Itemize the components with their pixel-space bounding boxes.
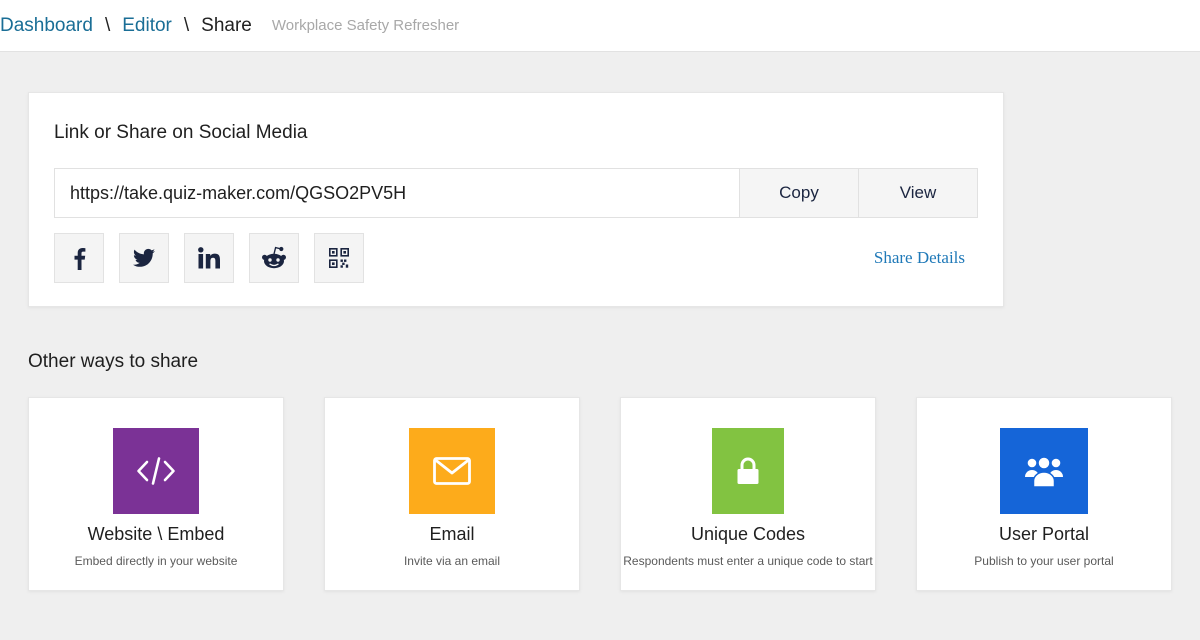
breadcrumb: Dashboard \ Editor \ Share [0, 15, 252, 37]
other-ways-title: Other ways to share [28, 351, 199, 372]
linkedin-icon [198, 247, 220, 269]
unique-codes-name: Unique Codes [690, 524, 806, 544]
lock-icon [737, 457, 759, 484]
code-icon [137, 457, 175, 485]
reddit-button[interactable] [249, 233, 299, 283]
facebook-button[interactable] [54, 233, 104, 283]
unique-codes-description: Respondents must enter a unique code to … [623, 554, 873, 568]
user-portal-option[interactable]: User Portal Publish to your user portal [916, 397, 1172, 591]
website-embed-icon-box [113, 428, 199, 514]
website-embed-description: Embed directly in your website [74, 554, 238, 568]
email-description: Invite via an email [403, 554, 501, 568]
linkedin-button[interactable] [184, 233, 234, 283]
share-link-row: Copy View [54, 168, 978, 218]
qr-code-button[interactable] [314, 233, 364, 283]
website-embed-name: Website \ Embed [87, 524, 225, 544]
twitter-icon [133, 248, 155, 267]
breadcrumb-separator: \ [104, 14, 111, 36]
top-bar: Dashboard \ Editor \ Share Workplace Saf… [0, 0, 1200, 52]
reddit-icon [262, 246, 286, 269]
view-button[interactable]: View [858, 169, 977, 217]
user-portal-description: Publish to your user portal [974, 554, 1114, 568]
unique-codes-option[interactable]: Unique Codes Respondents must enter a un… [620, 397, 876, 591]
breadcrumb-dashboard[interactable]: Dashboard [0, 15, 93, 37]
social-share-title: Link or Share on Social Media [54, 122, 308, 143]
email-icon-box [409, 428, 495, 514]
breadcrumb-editor[interactable]: Editor [122, 15, 172, 37]
copy-button[interactable]: Copy [739, 169, 858, 217]
twitter-button[interactable] [119, 233, 169, 283]
qr-code-icon [329, 248, 349, 268]
website-embed-option[interactable]: Website \ Embed Embed directly in your w… [28, 397, 284, 591]
share-details-link[interactable]: Share Details [874, 248, 965, 268]
user-portal-icon-box [1000, 428, 1088, 514]
breadcrumb-current: Share [201, 14, 252, 36]
envelope-icon [433, 457, 471, 485]
email-option[interactable]: Email Invite via an email [324, 397, 580, 591]
social-share-card: Link or Share on Social Media Copy View [28, 92, 1004, 307]
unique-codes-icon-box [712, 428, 784, 514]
users-icon [1025, 456, 1063, 488]
quiz-title: Workplace Safety Refresher [271, 17, 460, 34]
breadcrumb-separator: \ [183, 14, 190, 36]
facebook-icon [74, 248, 86, 270]
social-buttons [54, 233, 364, 283]
share-link-input[interactable] [55, 169, 739, 217]
email-name: Email [429, 524, 475, 544]
user-portal-name: User Portal [998, 524, 1090, 544]
